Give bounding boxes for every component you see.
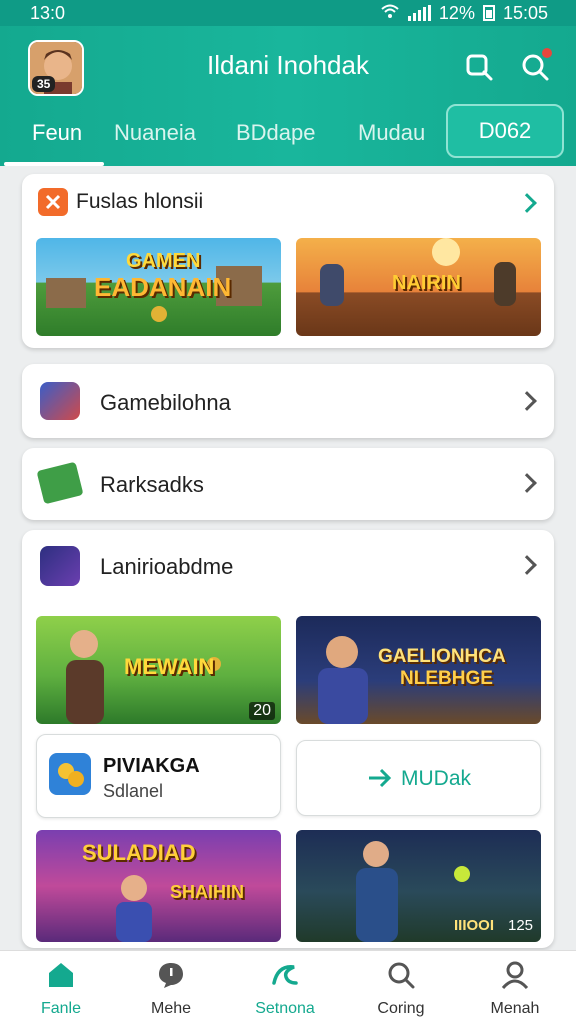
featured-logo-icon: [38, 188, 68, 216]
tab-bar: Feun Nuaneia BDdape Mudau D062: [0, 104, 576, 166]
section-lanirioabdme: Lanirioabdme MEWAIN 20 GAELIONHCA NLEBHG…: [22, 530, 554, 948]
mini-game-card[interactable]: PIVIAKGA Sdlanel: [36, 734, 281, 818]
battery-icon: [482, 5, 495, 21]
tab-nuaneia[interactable]: Nuaneia: [114, 120, 196, 146]
wifi-icon: [380, 3, 400, 24]
nav-label: Menah: [490, 1000, 540, 1017]
chevron-right-icon[interactable]: [517, 193, 537, 213]
status-indicators: 12% 15:05: [380, 3, 548, 24]
game-thumbnail-gamen[interactable]: GAMEN EADANAIN: [36, 238, 281, 336]
mini-card-subtitle: Sdlanel: [103, 781, 164, 801]
featured-title: Fuslas hlonsii: [76, 190, 204, 213]
swirl-logo-icon: [272, 965, 298, 985]
banner-badge-b: 125: [508, 917, 534, 934]
nav-profile[interactable]: Menah: [460, 961, 570, 1018]
game-title-line2: EADANAIN: [94, 272, 232, 302]
row-title: Rarksadks: [100, 472, 204, 497]
notifications-button[interactable]: [520, 48, 552, 82]
banner-title-line1: GAELIONHCA: [378, 646, 506, 667]
active-tab-indicator: [4, 162, 104, 166]
tab-bddape[interactable]: BDdape: [236, 120, 316, 146]
banner-title: MEWAIN: [124, 654, 215, 679]
chat-bubble-icon: [159, 963, 183, 988]
nav-chat[interactable]: Mehe: [116, 961, 226, 1018]
battery-percent: 12%: [438, 2, 475, 23]
game-banner-mewain[interactable]: MEWAIN 20: [36, 616, 281, 724]
tab-boxed[interactable]: D062: [446, 104, 564, 158]
chevron-right-icon[interactable]: [517, 555, 537, 575]
nav-search[interactable]: Coring: [346, 961, 456, 1018]
arrow-right-icon: [367, 765, 393, 791]
banner-badge-a: IIIOOI: [454, 917, 495, 934]
game-title: NAIRIN: [392, 272, 461, 294]
action-card[interactable]: MUDak: [296, 740, 541, 816]
nav-label: Setnona: [255, 1000, 315, 1017]
tab-feun[interactable]: Feun: [32, 120, 82, 146]
wizard-night-image: [356, 841, 470, 942]
game-thumbnail-nairin[interactable]: NAIRIN: [296, 238, 541, 336]
app-header: 35 Ildani Inohdak Feun Nuaneia BDdape Mu…: [0, 26, 576, 166]
action-card-label: MUDak: [401, 767, 472, 790]
chevron-right-icon: [517, 391, 537, 411]
row-title: Gamebilohna: [100, 390, 231, 415]
featured-section: Fuslas hlonsii GAMEN EADANAIN NAIRIN: [22, 174, 554, 348]
nav-label: Fanle: [40, 1000, 82, 1017]
signal-icon: [407, 5, 431, 21]
row-rarksadks[interactable]: Rarksadks: [22, 448, 554, 520]
notification-dot: [542, 48, 552, 58]
banner-title-line2: NLEBHGE: [400, 668, 493, 689]
search-icon: [466, 54, 493, 81]
game-banner-gaelionhca[interactable]: GAELIONHCA NLEBHGE: [296, 616, 541, 724]
money-icon: [36, 461, 84, 505]
search-button[interactable]: [464, 52, 494, 82]
banner-title-line1: SULADIAD: [82, 840, 196, 865]
game-banner-wizard[interactable]: IIIOOI 125: [296, 830, 541, 942]
home-icon: [49, 963, 73, 987]
person-icon: [501, 961, 529, 990]
trophy-icon: [40, 546, 80, 586]
game-banner-suladiad[interactable]: SULADIAD SHAIHIN: [36, 830, 281, 942]
nav-setnona[interactable]: Setnona: [230, 961, 340, 1018]
book-icon: [40, 382, 80, 420]
banner-badge: 20: [249, 702, 275, 720]
banner-title-line2: SHAIHIN: [170, 882, 245, 902]
status-bar: 13:0 12% 15:05: [0, 0, 576, 26]
row-gamebilohna[interactable]: Gamebilohna: [22, 364, 554, 438]
nav-home[interactable]: Fanle: [6, 961, 116, 1018]
chevron-right-icon: [517, 473, 537, 493]
row-title: Lanirioabdme: [100, 554, 234, 579]
game-title-line1: GAMEN: [126, 250, 201, 272]
search-icon: [388, 962, 415, 989]
coins-icon: [49, 753, 91, 795]
tab-mudau[interactable]: Mudau: [358, 120, 425, 146]
nav-label: Mehe: [150, 1000, 192, 1017]
nav-label: Coring: [377, 1000, 425, 1017]
mini-card-title: PIVIAKGA: [103, 755, 200, 777]
status-time: 13:0: [30, 2, 66, 23]
bottom-nav: Fanle Mehe Setnona Coring Menah: [0, 950, 576, 1024]
status-clock: 15:05: [502, 2, 548, 23]
